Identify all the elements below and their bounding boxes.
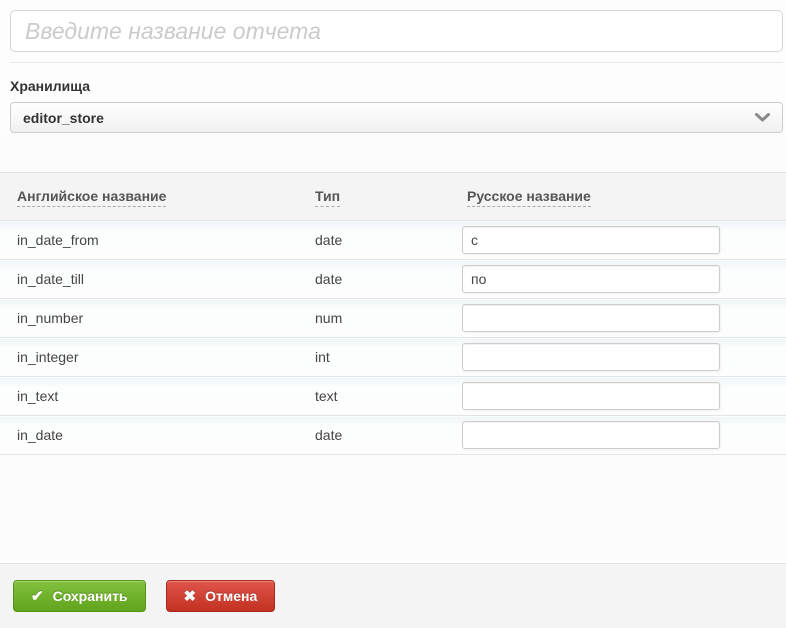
- param-english-name: in_date: [17, 427, 63, 443]
- cancel-button-label: Отмена: [205, 588, 258, 604]
- storage-selected-value: editor_store: [23, 109, 104, 126]
- table-row: in_integer int: [0, 337, 786, 377]
- report-editor-page: Хранилища editor_store Английское назван…: [0, 0, 786, 628]
- param-english-name: in_date_till: [17, 271, 84, 287]
- param-type: text: [315, 388, 338, 404]
- table-row: in_date date: [0, 415, 786, 455]
- param-english-name: in_number: [17, 310, 84, 326]
- param-english-name: in_integer: [17, 349, 79, 365]
- table-row: in_text text: [0, 376, 786, 416]
- save-button-label: Сохранить: [52, 588, 128, 604]
- param-russian-name-cell: [450, 377, 786, 416]
- table-row: in_date_from date: [0, 220, 786, 260]
- table-row: in_date_till date: [0, 259, 786, 299]
- param-russian-name-cell: [450, 416, 786, 455]
- param-english-name: in_text: [17, 388, 59, 404]
- column-header-english-name[interactable]: Английское название: [0, 173, 298, 221]
- param-type: num: [315, 310, 343, 326]
- russian-name-input[interactable]: [462, 304, 720, 332]
- storage-section: Хранилища editor_store: [0, 63, 786, 133]
- storage-select[interactable]: editor_store: [10, 102, 783, 133]
- params-table-header-row: Английское название Тип Русское название: [0, 172, 786, 221]
- x-icon: ✖: [183, 587, 197, 605]
- storage-label: Хранилища: [10, 78, 91, 94]
- russian-name-input[interactable]: [462, 421, 720, 449]
- param-type: int: [315, 349, 330, 365]
- param-russian-name-cell: [450, 221, 786, 260]
- empty-area: [0, 455, 786, 563]
- param-type: date: [315, 427, 343, 443]
- param-russian-name-cell: [450, 338, 786, 377]
- russian-name-input[interactable]: [462, 226, 720, 254]
- report-name-input[interactable]: [10, 10, 783, 52]
- chevron-down-icon: [755, 113, 770, 122]
- param-russian-name-cell: [450, 299, 786, 338]
- param-type: date: [315, 271, 343, 287]
- param-type: date: [315, 232, 343, 248]
- report-name-section: [0, 0, 786, 63]
- russian-name-input[interactable]: [462, 343, 720, 371]
- table-row: in_number num: [0, 298, 786, 338]
- russian-name-input[interactable]: [462, 382, 720, 410]
- column-header-type[interactable]: Тип: [298, 173, 450, 221]
- save-button[interactable]: ✔ Сохранить: [13, 580, 146, 612]
- footer-toolbar: ✔ Сохранить ✖ Отмена: [0, 563, 786, 628]
- russian-name-input[interactable]: [462, 265, 720, 293]
- check-icon: ✔: [31, 587, 44, 605]
- params-table: Английское название Тип Русское название…: [0, 172, 786, 455]
- cancel-button[interactable]: ✖ Отмена: [165, 580, 276, 612]
- param-english-name: in_date_from: [17, 232, 99, 248]
- column-header-russian-name[interactable]: Русское название: [450, 173, 786, 221]
- param-russian-name-cell: [450, 260, 786, 299]
